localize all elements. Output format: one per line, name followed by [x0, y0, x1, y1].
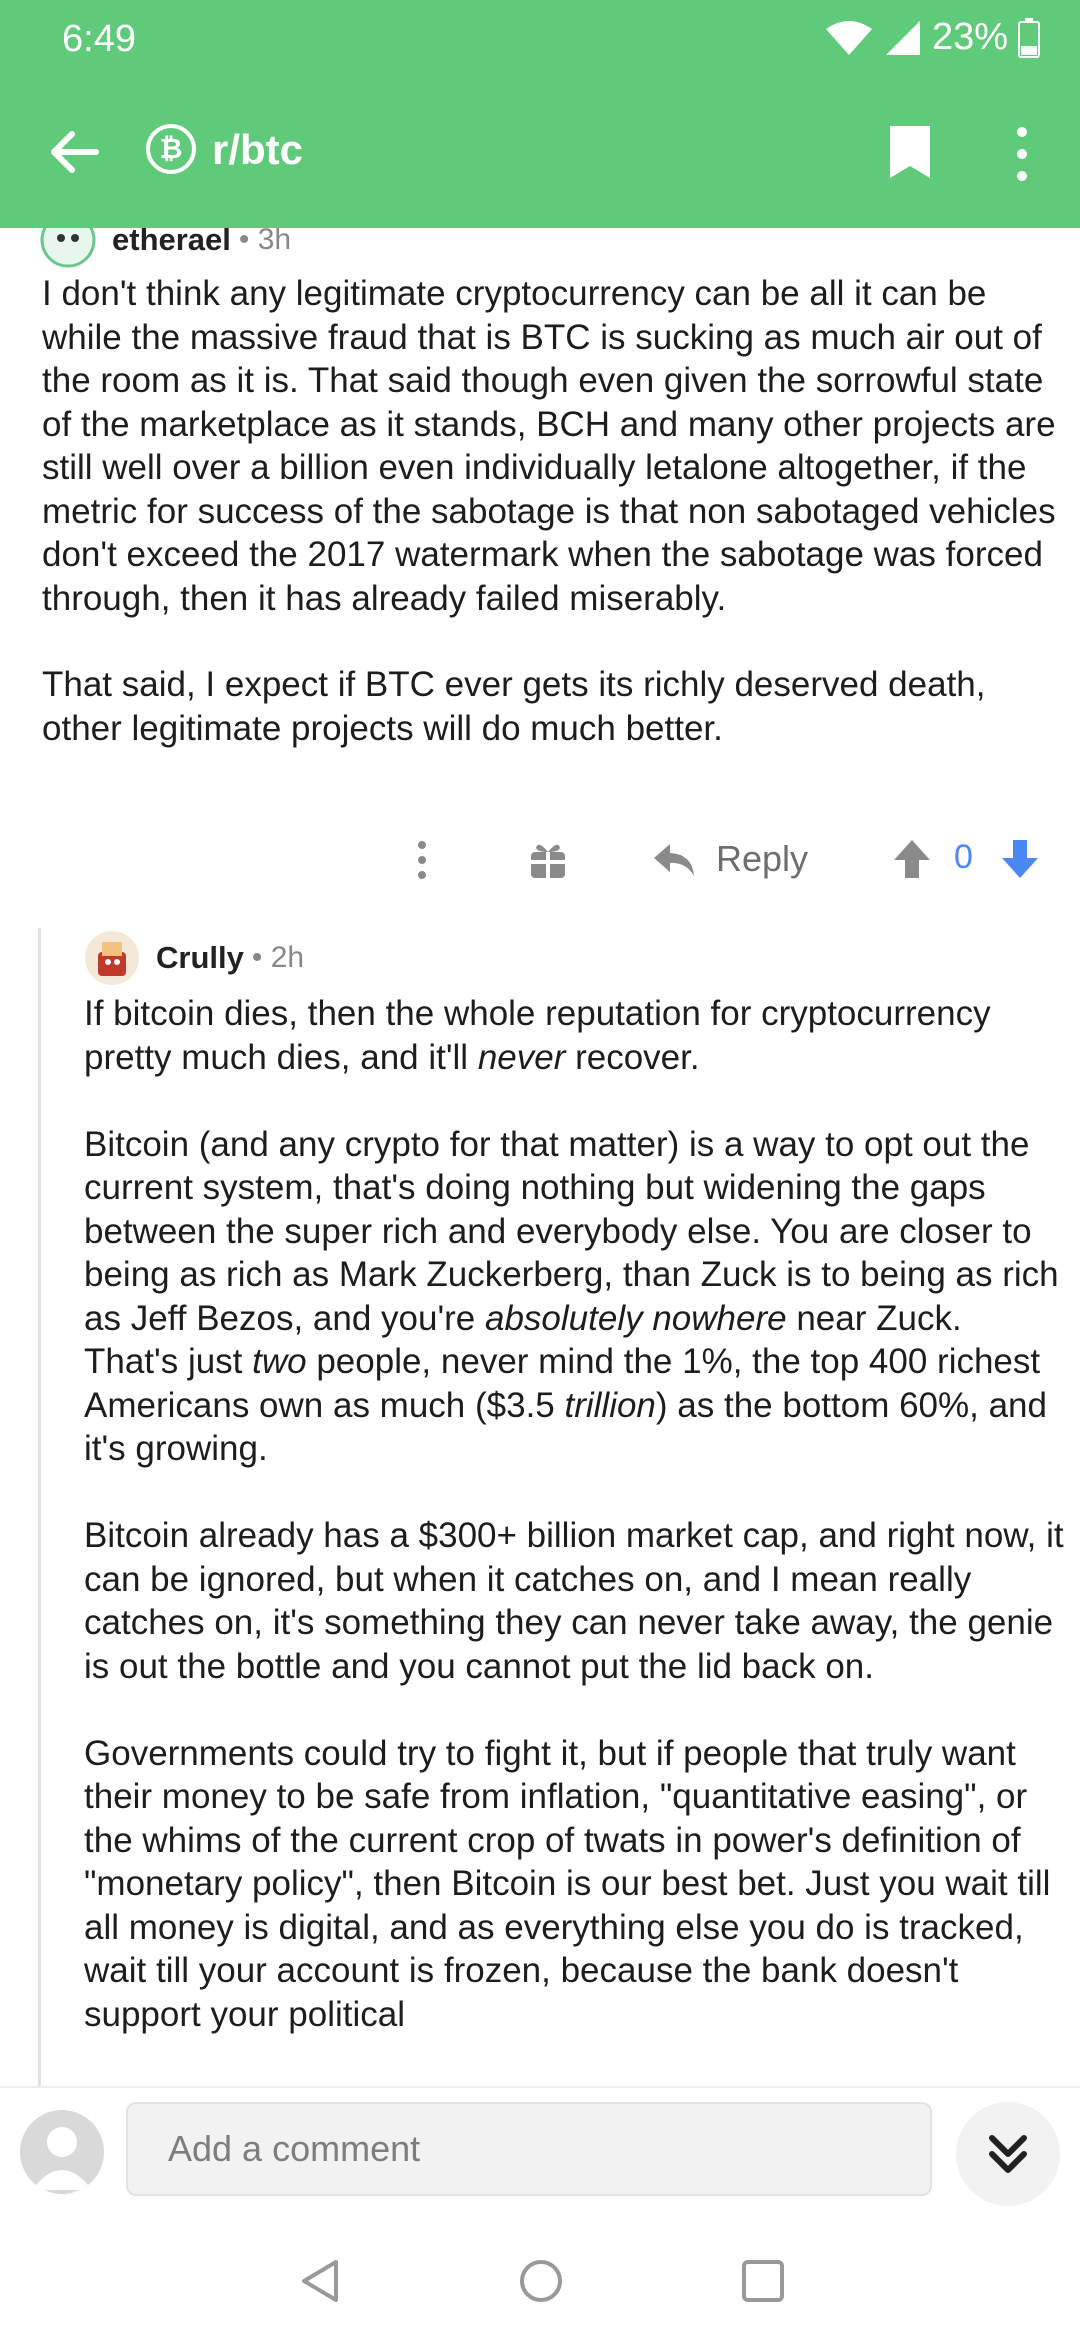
- user-avatar[interactable]: [20, 2110, 104, 2194]
- avatar[interactable]: [84, 930, 140, 986]
- back-arrow-icon[interactable]: [44, 122, 104, 182]
- nav-back-icon[interactable]: [296, 2256, 346, 2306]
- comment-paragraph: Bitcoin already has a $300+ billion mark…: [84, 1516, 1064, 1686]
- wifi-icon: [825, 20, 872, 55]
- emphasis-text: absolutely nowhere: [485, 1298, 787, 1338]
- add-comment-input[interactable]: Add a comment: [126, 2102, 932, 2196]
- battery-percent: 23%: [931, 16, 1008, 58]
- double-chevron-down-icon: [989, 2135, 1027, 2173]
- nav-home-icon[interactable]: [516, 2256, 566, 2306]
- avatar[interactable]: [40, 228, 96, 268]
- more-vert-icon[interactable]: [1010, 124, 1034, 184]
- bookmark-icon[interactable]: [886, 124, 934, 180]
- reply-icon[interactable]: [652, 840, 696, 880]
- thread-line: [38, 928, 41, 2086]
- comment-paragraph: Bitcoin (and any crypto for that matter)…: [84, 1123, 1064, 1471]
- award-icon[interactable]: [528, 840, 568, 880]
- status-icons: 23%: [824, 16, 1040, 59]
- nav-recents-icon[interactable]: [738, 2256, 788, 2306]
- emphasis-text: two: [252, 1342, 307, 1381]
- comment-body: If bitcoin dies, then the whole reputati…: [84, 992, 1064, 2036]
- comment-meta: • 2h: [251, 941, 305, 974]
- vote-score: 0: [954, 838, 973, 876]
- comment-paragraph: If bitcoin dies, then the whole reputati…: [84, 992, 1064, 1079]
- comment-author[interactable]: Crully: [156, 940, 244, 976]
- emphasis-text: never: [477, 1037, 566, 1077]
- downvote-icon[interactable]: [1000, 838, 1040, 880]
- comment-actions: Reply 0: [0, 828, 1080, 888]
- status-bar: 6:49 23%: [0, 0, 1080, 80]
- status-time: 6:49: [62, 18, 136, 60]
- bitcoin-icon: ₿: [146, 124, 196, 174]
- comment-header: Crully • 2h: [84, 930, 304, 986]
- comment-paragraph: Governments could try to fight it, but i…: [84, 1733, 1051, 2034]
- comment-header: etherael • 3h: [40, 228, 291, 268]
- comment-composer: Add a comment: [0, 2086, 1080, 2222]
- subreddit-name[interactable]: r/btc: [212, 126, 303, 174]
- emphasis-text: trillion: [564, 1385, 656, 1425]
- navigation-bar: [0, 2220, 1080, 2340]
- upvote-icon[interactable]: [892, 838, 932, 880]
- comment-meta: • 3h: [238, 228, 292, 256]
- text-run: recover.: [565, 1037, 700, 1077]
- signal-icon: [885, 20, 920, 55]
- battery-icon: [1018, 17, 1040, 58]
- comment-thread: etherael • 3h I don't think any legitima…: [0, 228, 1080, 2086]
- comment-paragraph: That said, I expect if BTC ever gets its…: [42, 665, 986, 748]
- comment-paragraph: I don't think any legitimate cryptocurre…: [42, 274, 1056, 618]
- comment-author[interactable]: etherael: [112, 228, 231, 258]
- comment-body: I don't think any legitimate cryptocurre…: [42, 272, 1062, 750]
- more-options-icon[interactable]: [414, 840, 430, 880]
- reply-button[interactable]: Reply: [716, 838, 808, 880]
- app-bar: ₿ r/btc: [0, 80, 1080, 228]
- jump-down-button[interactable]: [956, 2102, 1060, 2206]
